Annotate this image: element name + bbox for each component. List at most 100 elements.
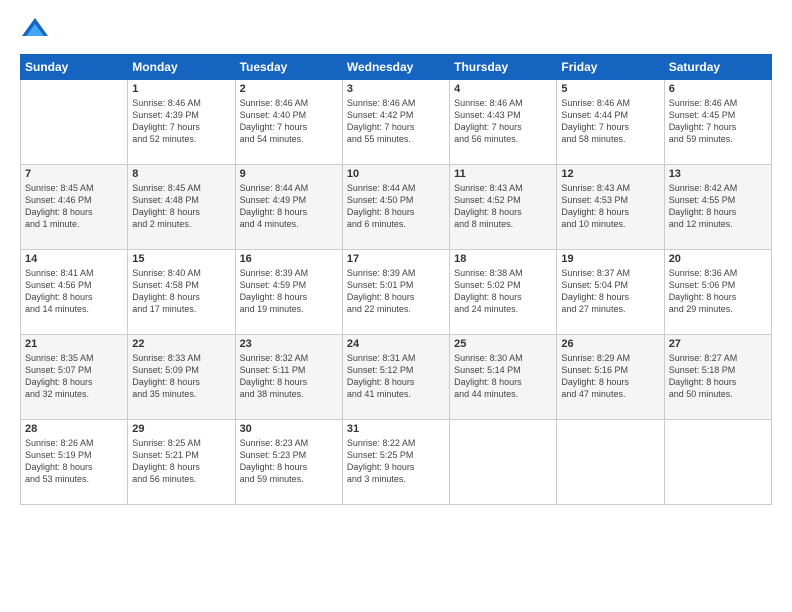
day-info: Sunrise: 8:45 AMSunset: 4:48 PMDaylight:… (132, 182, 230, 231)
calendar-cell: 31Sunrise: 8:22 AMSunset: 5:25 PMDayligh… (342, 420, 449, 505)
day-number: 11 (454, 168, 552, 180)
day-number: 23 (240, 338, 338, 350)
calendar-cell (21, 80, 128, 165)
day-info: Sunrise: 8:42 AMSunset: 4:55 PMDaylight:… (669, 182, 767, 231)
calendar-cell: 6 Sunrise: 8:46 AMSunset: 4:45 PMDaylight… (664, 80, 771, 165)
day-info: Sunrise: 8:31 AMSunset: 5:12 PMDaylight:… (347, 352, 445, 401)
day-number: 25 (454, 338, 552, 350)
header (20, 16, 772, 46)
day-info: Sunrise: 8:46 AMSunset: 4:39 PMDaylight:… (132, 97, 230, 146)
day-number: 10 (347, 168, 445, 180)
day-number: 30 (240, 423, 338, 435)
day-number: 16 (240, 253, 338, 265)
day-info: Sunrise: 8:23 AMSunset: 5:23 PMDaylight:… (240, 437, 338, 486)
calendar-cell: 8Sunrise: 8:45 AMSunset: 4:48 PMDaylight… (128, 165, 235, 250)
day-number: 13 (669, 168, 767, 180)
day-number: 12 (561, 168, 659, 180)
calendar-week-row: 21 Sunrise: 8:35 AMSunset: 5:07 PMDayligh… (21, 335, 772, 420)
day-of-week-header: Thursday (450, 55, 557, 80)
day-info: Sunrise: 8:41 AMSunset: 4:56 PMDaylight:… (25, 267, 123, 316)
day-number: 15 (132, 253, 230, 265)
calendar-cell: 22Sunrise: 8:33 AMSunset: 5:09 PMDayligh… (128, 335, 235, 420)
day-number: 14 (25, 253, 123, 265)
day-number: 7 (25, 168, 123, 180)
day-number: 19 (561, 253, 659, 265)
day-info: Sunrise: 8:33 AMSunset: 5:09 PMDaylight:… (132, 352, 230, 401)
day-info: Sunrise: 8:43 AMSunset: 4:53 PMDaylight:… (561, 182, 659, 231)
calendar-cell: 7 Sunrise: 8:45 AMSunset: 4:46 PMDaylight… (21, 165, 128, 250)
calendar-week-row: 14 Sunrise: 8:41 AMSunset: 4:56 PMDayligh… (21, 250, 772, 335)
day-info: Sunrise: 8:25 AMSunset: 5:21 PMDaylight:… (132, 437, 230, 486)
calendar-cell: 29 Sunrise: 8:25 AMSunset: 5:21 PMDayligh… (128, 420, 235, 505)
day-info: Sunrise: 8:35 AMSunset: 5:07 PMDaylight:… (25, 352, 123, 401)
calendar-cell: 13 Sunrise: 8:42 AMSunset: 4:55 PMDayligh… (664, 165, 771, 250)
calendar-cell: 14 Sunrise: 8:41 AMSunset: 4:56 PMDayligh… (21, 250, 128, 335)
day-info: Sunrise: 8:46 AMSunset: 4:42 PMDaylight:… (347, 97, 445, 146)
day-number: 21 (25, 338, 123, 350)
day-info: Sunrise: 8:44 AMSunset: 4:49 PMDaylight:… (240, 182, 338, 231)
calendar-cell: 25 Sunrise: 8:30 AMSunset: 5:14 PMDayligh… (450, 335, 557, 420)
day-info: Sunrise: 8:26 AMSunset: 5:19 PMDaylight:… (25, 437, 123, 486)
calendar-cell: 15 Sunrise: 8:40 AMSunset: 4:58 PMDayligh… (128, 250, 235, 335)
day-info: Sunrise: 8:29 AMSunset: 5:16 PMDaylight:… (561, 352, 659, 401)
day-number: 1 (132, 83, 230, 95)
day-number: 5 (561, 83, 659, 95)
calendar-cell: 10 Sunrise: 8:44 AMSunset: 4:50 PMDayligh… (342, 165, 449, 250)
calendar-cell (664, 420, 771, 505)
day-of-week-header: Saturday (664, 55, 771, 80)
day-info: Sunrise: 8:37 AMSunset: 5:04 PMDaylight:… (561, 267, 659, 316)
day-number: 27 (669, 338, 767, 350)
day-info: Sunrise: 8:46 AMSunset: 4:44 PMDaylight:… (561, 97, 659, 146)
calendar: SundayMondayTuesdayWednesdayThursdayFrid… (20, 54, 772, 505)
calendar-cell: 4 Sunrise: 8:46 AMSunset: 4:43 PMDaylight… (450, 80, 557, 165)
day-of-week-header: Wednesday (342, 55, 449, 80)
day-info: Sunrise: 8:30 AMSunset: 5:14 PMDaylight:… (454, 352, 552, 401)
calendar-cell: 21 Sunrise: 8:35 AMSunset: 5:07 PMDayligh… (21, 335, 128, 420)
calendar-cell: 28Sunrise: 8:26 AMSunset: 5:19 PMDayligh… (21, 420, 128, 505)
calendar-cell: 30 Sunrise: 8:23 AMSunset: 5:23 PMDayligh… (235, 420, 342, 505)
day-number: 3 (347, 83, 445, 95)
calendar-cell: 3 Sunrise: 8:46 AMSunset: 4:42 PMDaylight… (342, 80, 449, 165)
day-info: Sunrise: 8:46 AMSunset: 4:45 PMDaylight:… (669, 97, 767, 146)
day-of-week-header: Monday (128, 55, 235, 80)
day-number: 31 (347, 423, 445, 435)
day-of-week-header: Friday (557, 55, 664, 80)
calendar-cell: 26Sunrise: 8:29 AMSunset: 5:16 PMDayligh… (557, 335, 664, 420)
day-number: 29 (132, 423, 230, 435)
calendar-header-row: SundayMondayTuesdayWednesdayThursdayFrid… (21, 55, 772, 80)
day-number: 2 (240, 83, 338, 95)
calendar-week-row: 7 Sunrise: 8:45 AMSunset: 4:46 PMDaylight… (21, 165, 772, 250)
day-info: Sunrise: 8:46 AMSunset: 4:40 PMDaylight:… (240, 97, 338, 146)
day-number: 9 (240, 168, 338, 180)
day-info: Sunrise: 8:40 AMSunset: 4:58 PMDaylight:… (132, 267, 230, 316)
day-info: Sunrise: 8:38 AMSunset: 5:02 PMDaylight:… (454, 267, 552, 316)
calendar-cell: 23 Sunrise: 8:32 AMSunset: 5:11 PMDayligh… (235, 335, 342, 420)
day-number: 20 (669, 253, 767, 265)
calendar-week-row: 1 Sunrise: 8:46 AMSunset: 4:39 PMDaylight… (21, 80, 772, 165)
day-info: Sunrise: 8:43 AMSunset: 4:52 PMDaylight:… (454, 182, 552, 231)
day-info: Sunrise: 8:27 AMSunset: 5:18 PMDaylight:… (669, 352, 767, 401)
calendar-cell: 24Sunrise: 8:31 AMSunset: 5:12 PMDayligh… (342, 335, 449, 420)
day-info: Sunrise: 8:39 AMSunset: 4:59 PMDaylight:… (240, 267, 338, 316)
day-number: 18 (454, 253, 552, 265)
day-number: 6 (669, 83, 767, 95)
day-number: 4 (454, 83, 552, 95)
day-info: Sunrise: 8:36 AMSunset: 5:06 PMDaylight:… (669, 267, 767, 316)
day-number: 17 (347, 253, 445, 265)
day-info: Sunrise: 8:44 AMSunset: 4:50 PMDaylight:… (347, 182, 445, 231)
calendar-cell: 27 Sunrise: 8:27 AMSunset: 5:18 PMDayligh… (664, 335, 771, 420)
logo-icon (20, 16, 50, 46)
calendar-cell: 16 Sunrise: 8:39 AMSunset: 4:59 PMDayligh… (235, 250, 342, 335)
calendar-cell: 1 Sunrise: 8:46 AMSunset: 4:39 PMDaylight… (128, 80, 235, 165)
day-of-week-header: Sunday (21, 55, 128, 80)
day-info: Sunrise: 8:46 AMSunset: 4:43 PMDaylight:… (454, 97, 552, 146)
day-info: Sunrise: 8:32 AMSunset: 5:11 PMDaylight:… (240, 352, 338, 401)
calendar-cell: 5 Sunrise: 8:46 AMSunset: 4:44 PMDaylight… (557, 80, 664, 165)
calendar-cell (557, 420, 664, 505)
calendar-cell: 17Sunrise: 8:39 AMSunset: 5:01 PMDayligh… (342, 250, 449, 335)
calendar-cell: 18 Sunrise: 8:38 AMSunset: 5:02 PMDayligh… (450, 250, 557, 335)
calendar-cell: 11 Sunrise: 8:43 AMSunset: 4:52 PMDayligh… (450, 165, 557, 250)
calendar-cell: 2 Sunrise: 8:46 AMSunset: 4:40 PMDaylight… (235, 80, 342, 165)
day-of-week-header: Tuesday (235, 55, 342, 80)
day-info: Sunrise: 8:45 AMSunset: 4:46 PMDaylight:… (25, 182, 123, 231)
